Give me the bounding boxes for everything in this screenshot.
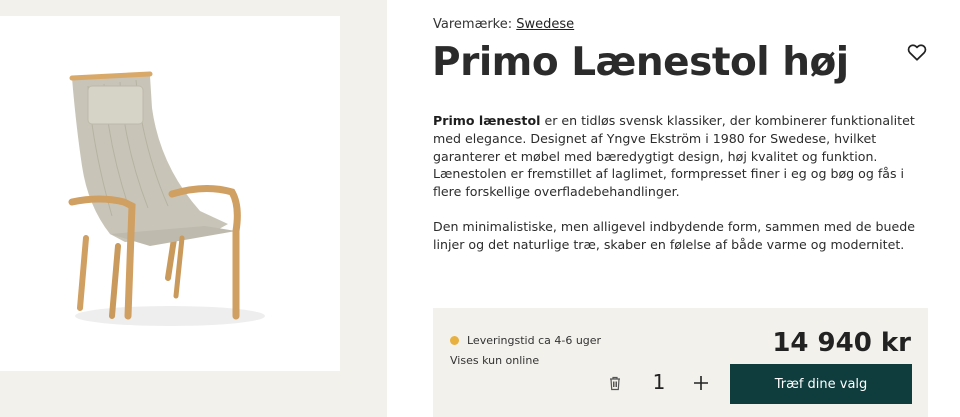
plus-icon[interactable] (692, 374, 710, 392)
purchase-box: Leveringstid ca 4-6 uger Vises kun onlin… (433, 308, 928, 417)
armchair-image (68, 71, 265, 326)
product-price: 14 940 kr (772, 328, 911, 358)
heart-icon[interactable] (906, 41, 928, 63)
availability-text: Vises kun online (450, 354, 540, 367)
trash-icon[interactable] (608, 375, 622, 391)
delivery-status: Leveringstid ca 4-6 uger (450, 334, 601, 347)
quantity-value[interactable]: 1 (649, 370, 669, 394)
product-image[interactable] (0, 16, 340, 371)
brand-line: Varemærke: Swedese (433, 17, 574, 32)
description-paragraph-2: Den minimalistiske, men alligevel indbyd… (433, 218, 916, 252)
delivery-text: Leveringstid ca 4-6 uger (467, 334, 602, 347)
brand-label: Varemærke: (433, 17, 513, 32)
product-description: Primo lænestol er en tidløs svensk klass… (433, 112, 923, 271)
status-dot-icon (450, 336, 459, 345)
product-gallery (0, 0, 387, 417)
description-bold: Primo lænestol (433, 113, 541, 128)
description-paragraph-1: Primo lænestol er en tidløs svensk klass… (433, 112, 923, 201)
brand-link[interactable]: Swedese (516, 17, 574, 32)
choose-options-button[interactable]: Træf dine valg (730, 364, 912, 404)
product-title: Primo Lænestol høj (432, 40, 849, 85)
